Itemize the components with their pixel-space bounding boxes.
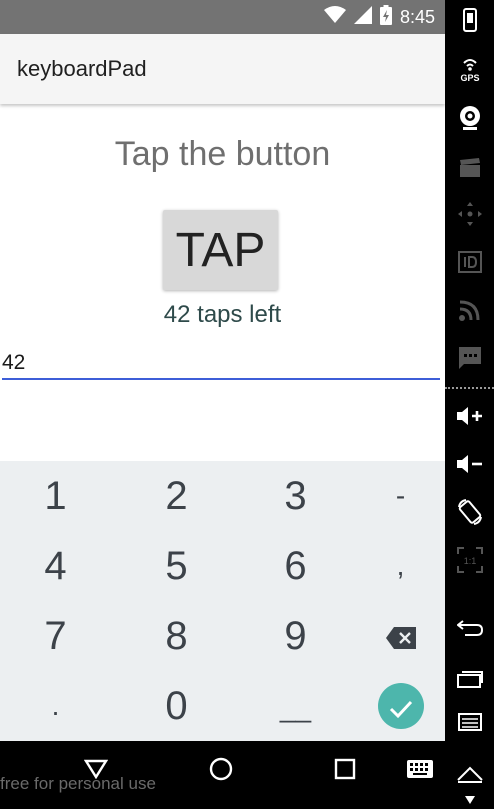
checkmark-icon	[389, 684, 413, 729]
backspace-key[interactable]	[345, 601, 445, 671]
volume-up-icon	[456, 406, 483, 431]
scale-1to1-icon: 1:1	[456, 546, 483, 578]
key-underscore[interactable]: __	[240, 673, 351, 743]
square-icon	[334, 758, 356, 785]
screen-record-tool[interactable]	[445, 150, 494, 190]
menu-tool[interactable]	[445, 704, 494, 744]
tap-button[interactable]: TAP	[163, 210, 278, 290]
identifiers-tool[interactable]	[445, 244, 494, 284]
move-arrows-icon	[457, 201, 482, 231]
dpad-tool[interactable]	[445, 196, 494, 236]
id-card-icon	[457, 250, 482, 278]
rss-icon	[458, 299, 481, 326]
key-6[interactable]: 6	[240, 531, 351, 601]
scale-tool[interactable]: 1:1	[445, 542, 494, 582]
volume-up-tool[interactable]	[445, 398, 494, 438]
key-dash[interactable]: -	[345, 461, 445, 531]
status-time: 8:45	[399, 6, 435, 27]
number-input[interactable]	[2, 348, 440, 380]
keyboard-icon	[407, 759, 433, 783]
gps-tool[interactable]: GPS	[445, 50, 494, 90]
sms-tool[interactable]	[445, 340, 494, 380]
app-bar: keyboardPad	[0, 34, 445, 104]
triangle-down-small-icon	[464, 791, 475, 809]
cell-signal-icon	[353, 5, 372, 29]
key-9[interactable]: 9	[240, 601, 351, 671]
rotate-icon	[457, 498, 483, 530]
battery-icon	[379, 4, 392, 30]
taps-left-text: 42 taps left	[163, 301, 282, 328]
key-comma[interactable]: ,	[345, 531, 445, 601]
menu-icon	[457, 712, 482, 736]
gps-icon: GPS	[457, 54, 483, 87]
rotate-tool[interactable]	[445, 494, 494, 534]
key-1[interactable]: 1	[0, 461, 111, 531]
overview-tool[interactable]	[445, 660, 494, 700]
emulator-window: 8:45 keyboardPad Tap the button TAP 42 t…	[0, 0, 494, 809]
done-key[interactable]	[345, 671, 445, 741]
nav-home-button[interactable]	[201, 755, 241, 787]
key-3[interactable]: 3	[240, 461, 351, 531]
emulator-side-toolbar: GPS 1:1	[445, 0, 494, 809]
circle-icon	[209, 757, 233, 786]
network-tool[interactable]	[445, 292, 494, 332]
status-icons: 8:45	[323, 0, 435, 34]
back-arrow-icon	[455, 619, 483, 642]
numeric-keyboard: 1 2 3 - 4 5 6 , 7 8 9 . 0 __	[0, 461, 445, 741]
gps-label: GPS	[460, 73, 479, 82]
key-5[interactable]: 5	[121, 531, 232, 601]
volume-down-icon	[456, 454, 483, 479]
page-heading: Tap the button	[114, 135, 331, 173]
wifi-icon	[323, 5, 346, 29]
watermark-text: free for personal use	[0, 774, 156, 793]
main-content: Tap the button TAP 42 taps left	[0, 104, 445, 461]
scale-label: 1:1	[463, 556, 476, 566]
key-8[interactable]: 8	[121, 601, 232, 671]
overview-icon	[456, 668, 483, 693]
key-0[interactable]: 0	[121, 671, 232, 741]
expand-tool[interactable]	[445, 780, 494, 809]
key-2[interactable]: 2	[121, 461, 232, 531]
key-period[interactable]: .	[0, 671, 111, 741]
key-4[interactable]: 4	[0, 531, 111, 601]
phone-screen: 8:45 keyboardPad Tap the button TAP 42 t…	[0, 0, 445, 809]
app-title: keyboardPad	[17, 56, 147, 81]
key-7[interactable]: 7	[0, 601, 111, 671]
volume-down-tool[interactable]	[445, 446, 494, 486]
back-tool[interactable]	[445, 610, 494, 650]
power-tool[interactable]	[445, 2, 494, 42]
phone-icon	[462, 7, 477, 37]
clapperboard-icon	[459, 157, 481, 183]
status-bar: 8:45	[0, 0, 445, 34]
webcam-icon	[458, 105, 482, 136]
camera-tool[interactable]	[445, 100, 494, 140]
backspace-icon	[385, 614, 416, 659]
done-key-circle	[377, 683, 424, 729]
nav-keyboard-button[interactable]	[400, 755, 440, 787]
nav-recents-button[interactable]	[325, 755, 365, 787]
chat-bubble-icon	[458, 346, 482, 375]
toolbar-divider	[445, 387, 494, 389]
